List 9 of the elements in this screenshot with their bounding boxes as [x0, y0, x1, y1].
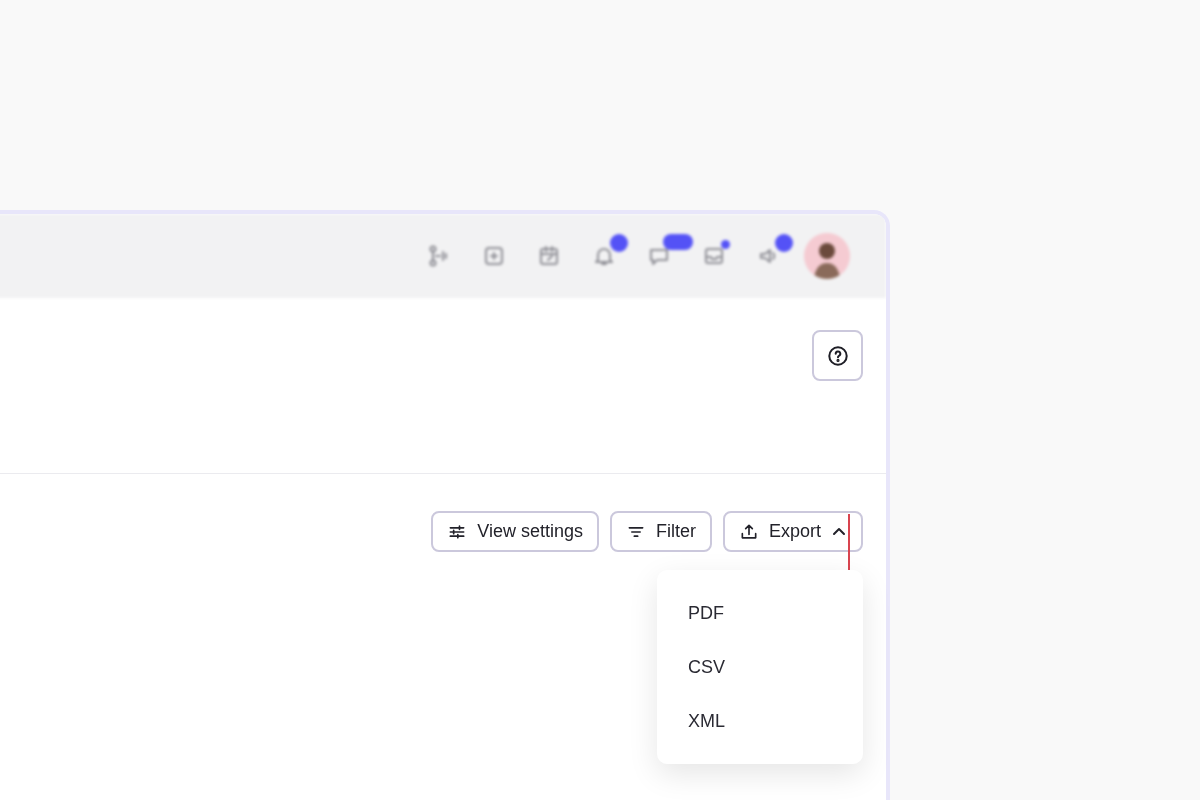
- menu-item[interactable]: XML: [657, 694, 863, 748]
- help-icon: [826, 344, 849, 367]
- view-settings-button[interactable]: View settings: [431, 511, 599, 552]
- export-button[interactable]: Export: [722, 511, 863, 552]
- filter-button[interactable]: Filter: [609, 511, 712, 552]
- help-button[interactable]: [812, 330, 863, 381]
- menu-item[interactable]: PDF: [657, 586, 863, 640]
- avatar-icon[interactable]: [804, 233, 850, 279]
- menu-item[interactable]: CSV: [657, 640, 863, 694]
